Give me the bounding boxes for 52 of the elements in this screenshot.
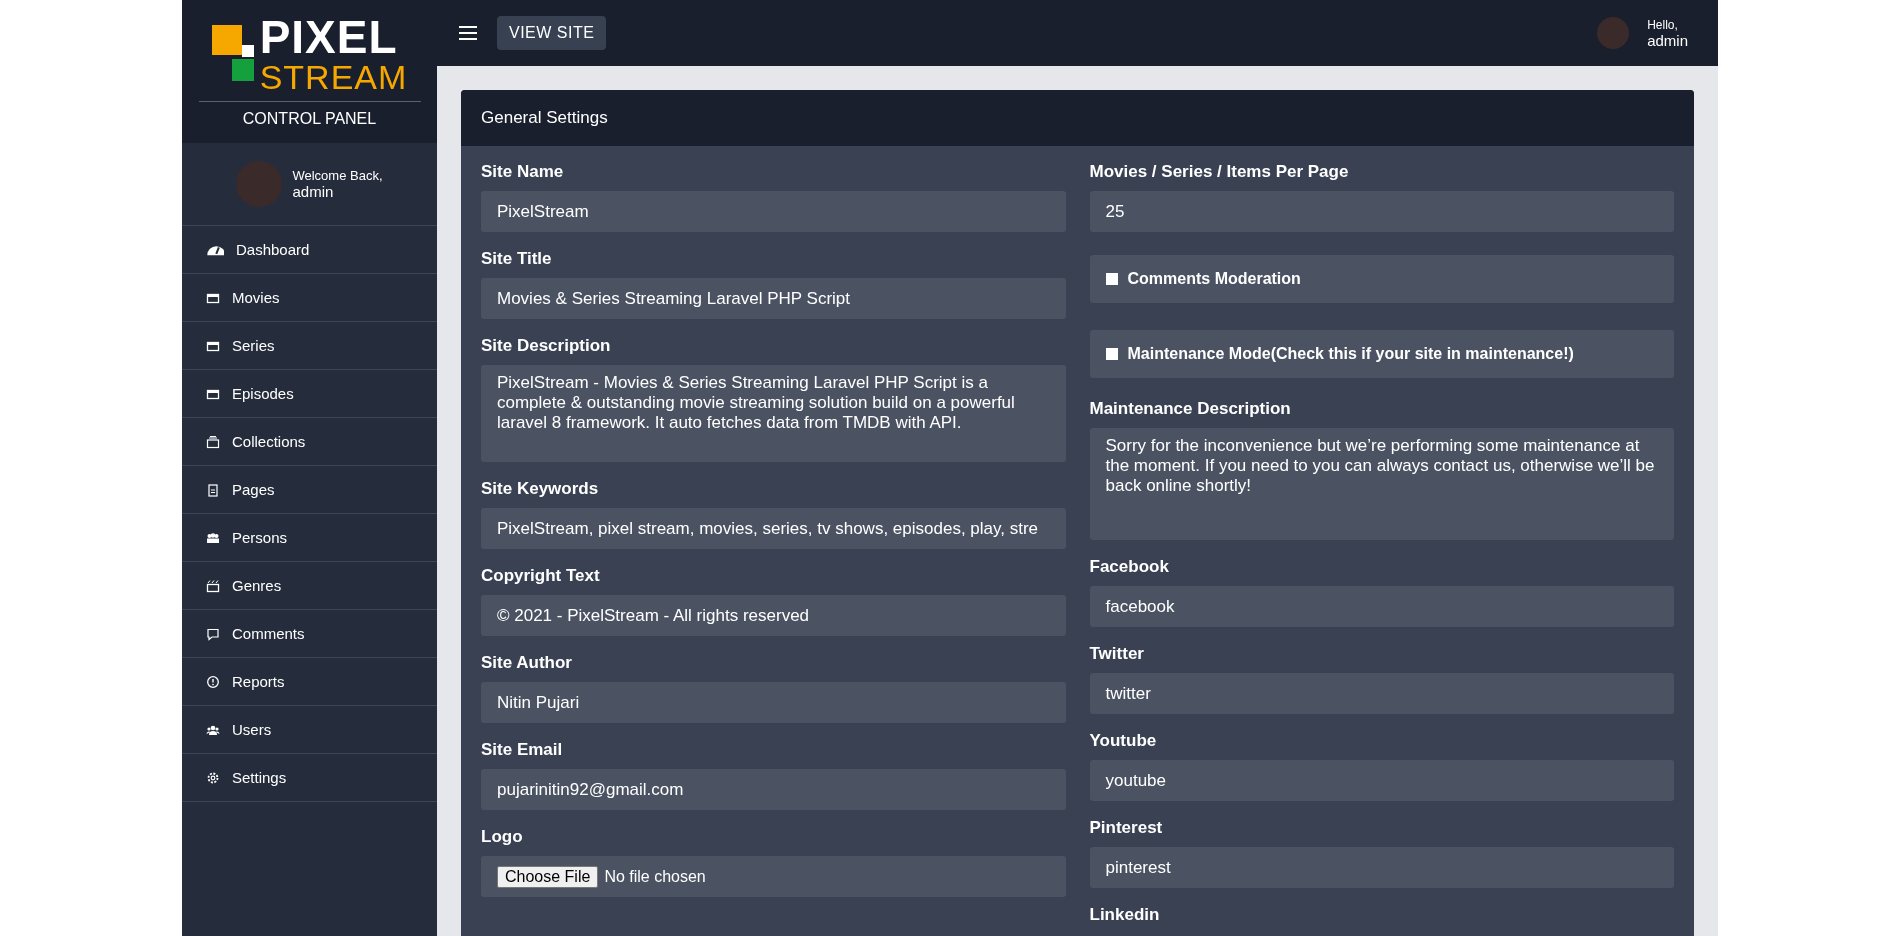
input-field[interactable]: 25: [1089, 191, 1674, 232]
choose-file-button[interactable]: Choose File: [497, 865, 599, 888]
textarea-field[interactable]: PixelStream - Movies & Series Streaming Laravel PHP Script is a complete & outstanding movie streaming solution build on a powerful laravel 8 framework. It auto fetches data from TMDB with API.: [481, 365, 1066, 462]
clapperboard-icon: [206, 578, 220, 593]
hello-text: Hello,: [1647, 17, 1679, 32]
settings-icon: [206, 770, 220, 785]
field-label: Site Author: [481, 653, 573, 673]
stack-icon: [206, 434, 220, 449]
checkbox[interactable]: [1105, 348, 1118, 360]
input-field[interactable]: PixelStream: [481, 191, 1066, 232]
logo-text: PIXEL: [259, 14, 399, 60]
panel-subtitle: CONTROL PANEL: [198, 101, 421, 128]
field-label: Site Email: [481, 740, 564, 760]
field-label: Site Description: [481, 336, 612, 356]
input-field[interactable]: pujarinitin92@gmail.com: [481, 769, 1066, 810]
field-label: Facebook: [1089, 557, 1170, 577]
input-field[interactable]: Movies & Series Streaming Laravel PHP Script: [481, 278, 1066, 319]
checkbox-label: Maintenance Mode(Check this if your site in maintenance!): [1127, 345, 1574, 363]
input-field[interactable]: twitter: [1089, 673, 1674, 714]
field-label: Logo: [481, 827, 524, 847]
checkbox-label: Comments Moderation: [1127, 270, 1301, 288]
view-site-button[interactable]: VIEW SITE: [497, 16, 607, 50]
input-field[interactable]: © 2021 - PixelStream - All rights reserved: [481, 595, 1066, 636]
field-label: Copyright Text: [481, 566, 601, 586]
field-label: Pinterest: [1089, 818, 1164, 838]
input-field[interactable]: facebook: [1089, 586, 1674, 627]
input-field[interactable]: PixelStream, pixel stream, movies, series, tv shows, episodes, play, stre: [481, 508, 1066, 549]
document-icon: [206, 482, 220, 497]
input-field[interactable]: pinterest: [1089, 847, 1674, 888]
logo-text: STREAM: [259, 60, 408, 94]
field-label: Movies / Series / Items Per Page: [1089, 162, 1350, 182]
field-label: Site Title: [481, 249, 553, 269]
user-name: admin: [292, 183, 335, 200]
input-field[interactable]: youtube: [1089, 760, 1674, 801]
field-label: Youtube: [1089, 731, 1158, 751]
field-label: Linkedin: [1089, 905, 1161, 925]
field-label: Twitter: [1089, 644, 1145, 664]
user-name: admin: [1647, 31, 1688, 49]
field-label: Site Keywords: [481, 479, 600, 499]
people-icon: [206, 530, 220, 545]
chat-icon: [206, 626, 220, 641]
textarea-field[interactable]: Sorry for the inconvenience but we’re performing some maintenance at the moment. If you need to you can always contact us, otherwise we’ll be back online shortly!: [1089, 428, 1674, 540]
menu-icon[interactable]: [457, 24, 479, 42]
welcome-text: Welcome Back,: [292, 168, 383, 183]
alert-icon: [206, 674, 220, 689]
field-label: Site Name: [481, 162, 565, 182]
checkbox[interactable]: [1105, 273, 1118, 285]
logo-squares-icon: [211, 25, 256, 83]
file-status-text: No file chosen: [604, 867, 706, 886]
input-field[interactable]: Nitin Pujari: [481, 682, 1066, 723]
field-label: Maintenance Description: [1089, 399, 1292, 419]
card-title: General Settings: [461, 90, 1694, 146]
